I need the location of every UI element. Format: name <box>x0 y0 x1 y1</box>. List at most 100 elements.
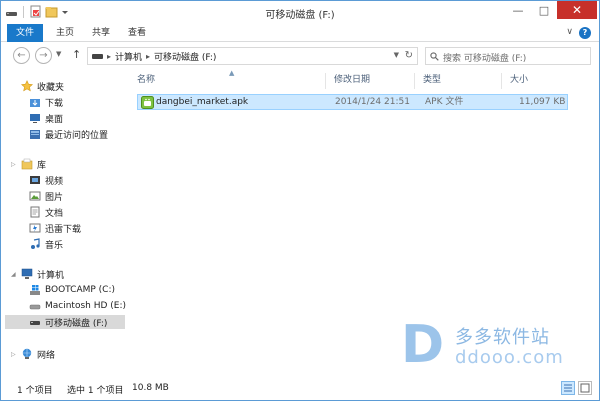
documents-library-icon <box>29 206 41 218</box>
vertical-scrollbar[interactable] <box>586 69 598 373</box>
up-one-level-icon[interactable]: ↑ <box>72 48 81 61</box>
nav-libraries[interactable]: 库 <box>21 157 46 171</box>
nav-item-videos[interactable]: 视频 <box>29 173 63 187</box>
file-name: dangbei_market.apk <box>156 97 249 107</box>
breadcrumb-chevron-icon[interactable]: ▸ <box>146 52 150 61</box>
minimize-button[interactable]: — <box>505 1 531 19</box>
file-type: APK 文件 <box>425 97 464 107</box>
nav-item-removable-disk[interactable]: 可移动磁盘 (F:) <box>5 315 125 329</box>
expand-ribbon-chevron-icon[interactable]: ∨ <box>566 27 573 37</box>
breadcrumb-computer[interactable]: 计算机 <box>115 50 142 63</box>
nav-item-recent-places[interactable]: 最近访问的位置 <box>29 127 108 141</box>
table-row[interactable]: dangbei_market.apk 2014/1/24 21:51 APK 文… <box>137 94 568 110</box>
nav-item-label: 文档 <box>45 208 64 219</box>
nav-computer-label: 计算机 <box>37 270 65 281</box>
nav-favorites[interactable]: 收藏夹 <box>20 79 65 93</box>
search-placeholder: 搜索 可移动磁盘 (F:) <box>443 54 527 64</box>
nav-item-label: 下载 <box>45 98 64 109</box>
collapse-chevron-icon[interactable]: ▷ <box>11 161 16 168</box>
ribbon-tabs: 文件 主页 共享 查看 ∨ ? <box>1 24 599 42</box>
help-icon[interactable]: ? <box>579 27 591 39</box>
tab-view[interactable]: 查看 <box>121 24 153 42</box>
nav-item-label: BOOTCAMP (C:) <box>45 285 115 295</box>
download-folder-icon <box>29 96 41 108</box>
drive-icon <box>92 53 103 59</box>
nav-item-thunder-downloads[interactable]: 迅雷下载 <box>29 221 81 235</box>
nav-network[interactable]: 网络 <box>21 347 55 361</box>
tab-home[interactable]: 主页 <box>49 24 81 42</box>
back-button[interactable]: ← <box>13 47 30 64</box>
file-modified: 2014/1/24 21:51 <box>335 97 410 107</box>
status-item-count: 1 个项目 <box>17 386 53 396</box>
watermark-d-glyph: D <box>401 315 445 375</box>
column-header-modified[interactable]: 修改日期 <box>326 73 414 89</box>
pictures-library-icon <box>29 190 41 202</box>
nav-computer[interactable]: 计算机 <box>21 267 64 281</box>
column-header-type[interactable]: 类型 <box>415 73 501 89</box>
address-bar[interactable]: ▸ 计算机 ▸ 可移动磁盘 (F:) ▼ ↻ <box>87 47 418 65</box>
window-controls: — □ ✕ <box>505 1 597 19</box>
maximize-button[interactable]: □ <box>531 1 557 19</box>
nav-item-label: 迅雷下载 <box>45 224 82 235</box>
recent-places-icon <box>29 128 41 140</box>
music-library-icon <box>29 238 41 250</box>
desktop-icon <box>29 112 41 124</box>
column-header-size[interactable]: 大小 <box>502 73 572 89</box>
large-icons-view-button[interactable] <box>578 381 592 395</box>
watermark-logo: D 多多软件站 ddooo.com <box>401 319 581 375</box>
refresh-icon[interactable]: ↻ <box>405 50 413 61</box>
nav-item-bootcamp[interactable]: BOOTCAMP (C:) <box>29 283 115 297</box>
column-header-name[interactable]: 名称 <box>129 73 325 89</box>
nav-item-desktop[interactable]: 桌面 <box>29 111 63 125</box>
nav-item-label: 图片 <box>45 192 64 203</box>
details-view-icon <box>564 384 572 392</box>
removable-drive-icon <box>29 316 41 328</box>
nav-item-pictures[interactable]: 图片 <box>29 189 63 203</box>
watermark-en-text: ddooo.com <box>455 347 564 368</box>
large-icons-view-icon <box>580 383 590 393</box>
address-dropdown-icon[interactable]: ▼ <box>394 51 399 59</box>
nav-libraries-label: 库 <box>37 160 47 171</box>
status-selection: 选中 1 个项目 <box>67 386 124 396</box>
nav-item-documents[interactable]: 文档 <box>29 205 63 219</box>
nav-favorites-label: 收藏夹 <box>37 82 65 93</box>
hard-drive-icon <box>29 300 41 312</box>
nav-item-label: 视频 <box>45 176 64 187</box>
expand-chevron-icon[interactable]: ◢ <box>11 271 16 278</box>
details-view-button[interactable] <box>561 381 575 395</box>
search-icon <box>430 52 439 61</box>
nav-item-macintosh-hd[interactable]: Macintosh HD (E:) <box>29 299 126 313</box>
close-button[interactable]: ✕ <box>557 1 597 19</box>
nav-item-music[interactable]: 音乐 <box>29 237 63 251</box>
star-icon <box>20 80 34 92</box>
explorer-window: 可移动磁盘 (F:) — □ ✕ 文件 主页 共享 查看 ∨ ? ← → ▼ ↑… <box>0 0 600 401</box>
nav-item-label: 可移动磁盘 (F:) <box>45 318 108 329</box>
search-box[interactable]: 搜索 可移动磁盘 (F:) <box>425 47 591 65</box>
tab-share[interactable]: 共享 <box>85 24 117 42</box>
recent-locations-dropdown-icon[interactable]: ▼ <box>56 50 61 58</box>
breadcrumb-chevron-icon[interactable]: ▸ <box>107 52 111 61</box>
tab-file[interactable]: 文件 <box>7 24 43 42</box>
nav-item-downloads[interactable]: 下载 <box>29 95 63 109</box>
breadcrumb-removable-disk[interactable]: 可移动磁盘 (F:) <box>154 50 216 63</box>
nav-network-label: 网络 <box>37 350 56 361</box>
nav-item-label: Macintosh HD (E:) <box>45 301 127 311</box>
status-selection-size: 10.8 MB <box>132 383 169 393</box>
video-library-icon <box>29 174 41 186</box>
file-size: 11,097 KB <box>519 97 566 107</box>
collapse-chevron-icon[interactable]: ▷ <box>11 351 16 358</box>
nav-item-label: 桌面 <box>45 114 64 125</box>
watermark-cn-text: 多多软件站 <box>455 327 550 348</box>
navigation-pane: 收藏夹 下载 桌面 最近访问的位置 ▷ 库 视频 图片 文档 迅雷下载 音乐 ◢… <box>1 69 127 373</box>
windows-drive-icon <box>29 284 41 296</box>
thunder-download-icon <box>29 222 41 234</box>
network-icon <box>21 348 33 360</box>
forward-button[interactable]: → <box>35 47 52 64</box>
library-folder-icon <box>21 158 33 170</box>
title-bar: 可移动磁盘 (F:) — □ ✕ <box>1 1 599 25</box>
apk-file-icon <box>141 96 154 109</box>
nav-item-label: 最近访问的位置 <box>45 130 109 141</box>
nav-item-label: 音乐 <box>45 240 64 251</box>
navigation-bar: ← → ▼ ↑ ▸ 计算机 ▸ 可移动磁盘 (F:) ▼ ↻ 搜索 可移动磁盘 … <box>1 43 599 69</box>
status-bar: 1 个项目 选中 1 个项目 10.8 MB <box>1 378 599 400</box>
